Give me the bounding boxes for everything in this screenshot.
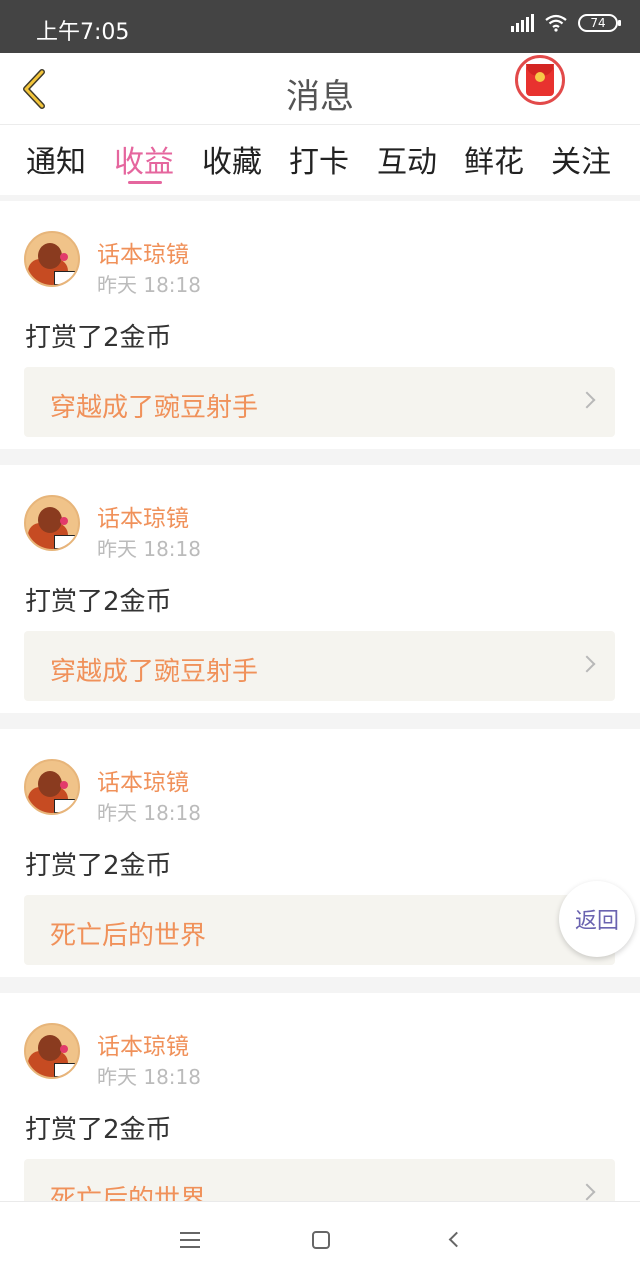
timestamp: 昨天 18:18 bbox=[97, 801, 201, 825]
book-title: 穿越成了豌豆射手 bbox=[50, 657, 259, 687]
timestamp: 昨天 18:18 bbox=[97, 1065, 201, 1089]
wifi-icon bbox=[545, 14, 567, 32]
book-title: 死亡后的世界 bbox=[50, 921, 207, 951]
avatar[interactable] bbox=[24, 231, 80, 287]
list-item: 话本琼镜 昨天 18:18 打赏了2金币 死亡后的世界 bbox=[0, 729, 640, 977]
reward-text: 打赏了2金币 bbox=[25, 851, 172, 881]
user-name[interactable]: 话本琼镜 bbox=[97, 235, 189, 269]
header: 消息 bbox=[0, 53, 640, 125]
red-packet-icon bbox=[526, 64, 554, 96]
battery-icon: 74 bbox=[578, 14, 621, 32]
timestamp: 昨天 18:18 bbox=[97, 273, 201, 297]
reward-text: 打赏了2金币 bbox=[25, 587, 172, 617]
notification-list[interactable]: 话本琼镜 昨天 18:18 打赏了2金币 穿越成了豌豆射手 话本琼镜 昨天 18… bbox=[0, 196, 640, 1201]
active-tab-indicator bbox=[128, 181, 162, 184]
signal-icon bbox=[511, 14, 534, 32]
book-title: 死亡后的世界 bbox=[50, 1185, 207, 1201]
red-packet-button[interactable] bbox=[515, 55, 565, 105]
book-title: 穿越成了豌豆射手 bbox=[50, 393, 259, 423]
tab-favorites[interactable]: 收藏 bbox=[202, 137, 262, 181]
list-item: 话本琼镜 昨天 18:18 打赏了2金币 穿越成了豌豆射手 bbox=[0, 201, 640, 449]
tab-earnings[interactable]: 收益 bbox=[114, 137, 174, 181]
book-link[interactable]: 穿越成了豌豆射手 bbox=[24, 631, 615, 701]
user-name[interactable]: 话本琼镜 bbox=[97, 1027, 189, 1061]
status-time: 上午7:05 bbox=[36, 20, 130, 45]
avatar[interactable] bbox=[24, 1023, 80, 1079]
book-link[interactable]: 死亡后的世界 bbox=[24, 895, 615, 965]
chevron-right-icon bbox=[578, 1183, 596, 1201]
chevron-right-icon bbox=[578, 655, 596, 673]
tab-notifications[interactable]: 通知 bbox=[26, 137, 86, 181]
avatar[interactable] bbox=[24, 495, 80, 551]
list-item: 话本琼镜 昨天 18:18 打赏了2金币 穿越成了豌豆射手 bbox=[0, 465, 640, 713]
user-name[interactable]: 话本琼镜 bbox=[97, 763, 189, 797]
user-name[interactable]: 话本琼镜 bbox=[97, 499, 189, 533]
tab-flowers[interactable]: 鲜花 bbox=[464, 137, 524, 181]
timestamp: 昨天 18:18 bbox=[97, 537, 201, 561]
return-button[interactable]: 返回 bbox=[559, 881, 635, 957]
tab-follows[interactable]: 关注 bbox=[551, 137, 611, 181]
back-icon[interactable] bbox=[448, 1231, 465, 1248]
book-link[interactable]: 穿越成了豌豆射手 bbox=[24, 367, 615, 437]
home-icon[interactable] bbox=[312, 1231, 330, 1249]
book-link[interactable]: 死亡后的世界 bbox=[24, 1159, 615, 1201]
avatar[interactable] bbox=[24, 759, 80, 815]
tab-checkin[interactable]: 打卡 bbox=[289, 137, 349, 181]
system-nav-bar bbox=[0, 1201, 640, 1278]
reward-text: 打赏了2金币 bbox=[25, 323, 172, 353]
status-icons: 74 bbox=[511, 14, 621, 32]
status-bar: 上午7:05 74 bbox=[0, 0, 640, 53]
tab-interaction[interactable]: 互动 bbox=[377, 137, 437, 181]
menu-icon[interactable] bbox=[180, 1232, 200, 1248]
chevron-right-icon bbox=[578, 391, 596, 409]
list-item: 话本琼镜 昨天 18:18 打赏了2金币 死亡后的世界 bbox=[0, 993, 640, 1201]
tab-bar: 通知 收益 收藏 打卡 互动 鲜花 关注 bbox=[0, 125, 640, 195]
reward-text: 打赏了2金币 bbox=[25, 1115, 172, 1145]
